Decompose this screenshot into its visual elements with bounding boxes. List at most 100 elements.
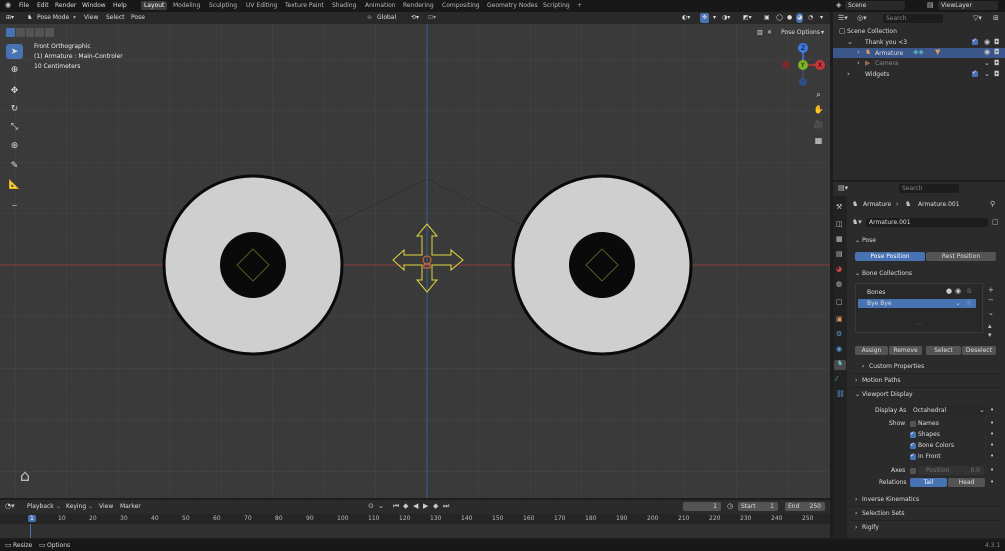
add-workspace-icon[interactable]: +: [577, 2, 582, 9]
tab-geometry-nodes[interactable]: Geometry Nodes: [487, 2, 538, 9]
motion-paths-panel[interactable]: Motion Paths: [862, 377, 901, 384]
collection-tab-icon[interactable]: ▢: [836, 299, 843, 306]
keyframe-area[interactable]: [0, 524, 830, 538]
view-layer-icon[interactable]: ▤: [927, 2, 934, 9]
cursor-tool-icon[interactable]: ⊕: [6, 62, 23, 77]
timeline-view-menu[interactable]: View: [99, 503, 113, 510]
camera-render-icon[interactable]: ◘: [994, 49, 1000, 56]
tab-uv-editing[interactable]: UV Editing: [246, 2, 277, 9]
select-intersect-icon[interactable]: [45, 28, 54, 37]
axes-checkbox[interactable]: [910, 468, 916, 474]
play-reverse-icon[interactable]: ◀: [413, 503, 418, 510]
outliner-row-armature[interactable]: › ♞ Armature ◈◈ ▼ ◉ ◘: [833, 48, 1005, 58]
tab-shading[interactable]: Shading: [332, 2, 356, 9]
bone-tab-icon[interactable]: ⁄: [836, 376, 837, 383]
menu-render[interactable]: Render: [55, 2, 76, 9]
properties-search[interactable]: Search: [899, 184, 959, 193]
tab-layout[interactable]: Layout: [141, 1, 168, 10]
menu-view[interactable]: View: [84, 13, 98, 23]
rotate-tool-icon[interactable]: ↻: [6, 101, 23, 116]
solid-shading-icon[interactable]: ●: [787, 13, 792, 23]
move-up-icon[interactable]: ▴: [988, 323, 992, 330]
3d-viewport[interactable]: [0, 12, 830, 498]
close-icon[interactable]: ✕: [767, 28, 772, 38]
outliner-scene-collection[interactable]: Scene Collection: [847, 28, 897, 35]
current-frame-field[interactable]: 1: [683, 502, 721, 511]
material-shading-icon[interactable]: ◕: [796, 13, 804, 23]
scale-tool-icon[interactable]: ⤡: [6, 119, 23, 134]
tab-sculpting[interactable]: Sculpting: [209, 2, 237, 9]
outliner-widgets[interactable]: Widgets: [865, 71, 889, 78]
marker-menu[interactable]: Marker: [120, 503, 141, 510]
transform-tool-icon[interactable]: ⊛: [6, 138, 23, 153]
output-tab-icon[interactable]: ▦: [836, 236, 843, 243]
collection-item-bones[interactable]: Bones: [867, 289, 885, 296]
resize-handle-icon[interactable]: ⋯: [916, 321, 923, 328]
relation-head-button[interactable]: Head: [948, 478, 985, 487]
axes-position-field[interactable]: Position 0.0: [918, 466, 984, 475]
editor-type-icon[interactable]: ⊞▾: [6, 13, 14, 23]
visibility-icon[interactable]: ◐▾: [682, 13, 690, 23]
menu-pose[interactable]: Pose: [131, 13, 145, 23]
toggle-xray-icon[interactable]: ▣: [764, 13, 770, 23]
camera-render-icon[interactable]: ◘: [994, 39, 1000, 46]
next-keyframe-icon[interactable]: ◆: [433, 503, 438, 510]
overlays-icon[interactable]: ◑▾: [722, 13, 730, 23]
outliner-collection-thank-you[interactable]: Thank you <3: [865, 39, 907, 46]
relax-pose-tool-icon[interactable]: ⌣: [6, 198, 23, 213]
eye-icon[interactable]: ◉: [984, 39, 990, 46]
display-as-dropdown[interactable]: Octahedral: [910, 406, 986, 415]
pan-hand-icon[interactable]: ✋: [812, 103, 825, 116]
eye-icon[interactable]: ◉: [984, 49, 990, 56]
pin-icon[interactable]: ⚲: [990, 201, 995, 208]
tab-texture-paint[interactable]: Texture Paint: [285, 2, 324, 9]
tab-animation[interactable]: Animation: [365, 2, 396, 9]
snap-icon[interactable]: ⊡▾: [428, 13, 436, 23]
measure-tool-icon[interactable]: 📐: [6, 177, 23, 192]
menu-help[interactable]: Help: [113, 2, 127, 9]
current-frame-marker[interactable]: 1: [28, 515, 36, 522]
object-tab-icon[interactable]: ▣: [836, 316, 843, 323]
transform-orientation-icon[interactable]: ⊹: [367, 13, 372, 23]
camera-render-icon[interactable]: ◘: [994, 60, 1000, 67]
tab-compositing[interactable]: Compositing: [442, 2, 480, 9]
remove-collection-icon[interactable]: −: [988, 297, 994, 304]
collection-item-bye-bye-row[interactable]: Bye Bye ⌄ ☆: [858, 299, 976, 308]
bone-constraint-tab-icon[interactable]: ⛓: [836, 391, 845, 398]
filter-icon[interactable]: ▽▾: [973, 15, 982, 22]
scene-icon[interactable]: ◈: [836, 2, 841, 9]
jump-start-icon[interactable]: ⏮: [393, 503, 399, 510]
sidebar-toggle-icon[interactable]: ▥: [757, 28, 763, 38]
annotate-tool-icon[interactable]: ✎: [6, 158, 23, 173]
outliner-camera[interactable]: Camera: [875, 60, 899, 67]
eye-icon[interactable]: ◉: [955, 288, 961, 295]
eye-closed-icon[interactable]: ⌄: [984, 71, 990, 78]
mode-selector[interactable]: Pose Mode: [37, 13, 69, 23]
camera-view-icon[interactable]: 🎥: [812, 118, 825, 131]
start-frame-field[interactable]: Start 1: [738, 502, 778, 511]
select-invert-icon[interactable]: [35, 28, 45, 37]
orthographic-grid-icon[interactable]: ▦: [812, 134, 825, 147]
blender-logo-icon[interactable]: ◉: [5, 2, 11, 9]
star-icon[interactable]: ☆: [966, 288, 972, 295]
pose-options-dropdown[interactable]: Pose Options: [781, 28, 820, 38]
display-mode-icon[interactable]: ◎▾: [857, 15, 867, 22]
deselect-button[interactable]: Deselect: [962, 346, 996, 355]
move-tool-icon[interactable]: ✥: [6, 83, 23, 98]
render-tab-icon[interactable]: ◫: [836, 221, 843, 228]
menu-edit[interactable]: Edit: [37, 2, 49, 9]
camera-render-icon[interactable]: ◘: [994, 71, 1000, 78]
orientation-selector[interactable]: Global: [377, 13, 396, 23]
collection-menu-icon[interactable]: ⌄: [988, 310, 994, 317]
armature-data-name-field[interactable]: Armature.001: [866, 218, 988, 227]
fake-user-icon[interactable]: ▢: [992, 219, 999, 226]
menu-window[interactable]: Window: [82, 2, 106, 9]
armature-data-tab-icon[interactable]: ♞: [834, 360, 846, 370]
keying-menu[interactable]: Keying: [66, 503, 86, 510]
assign-button[interactable]: Assign: [855, 346, 888, 355]
scene-selector[interactable]: Scene: [845, 1, 905, 10]
outliner-editor-icon[interactable]: ☰▾: [838, 15, 848, 22]
view-layer-tab-icon[interactable]: ▤: [836, 251, 843, 258]
rendered-shading-icon[interactable]: ◔: [808, 13, 813, 23]
select-box-tool-icon[interactable]: ➤: [6, 44, 23, 59]
